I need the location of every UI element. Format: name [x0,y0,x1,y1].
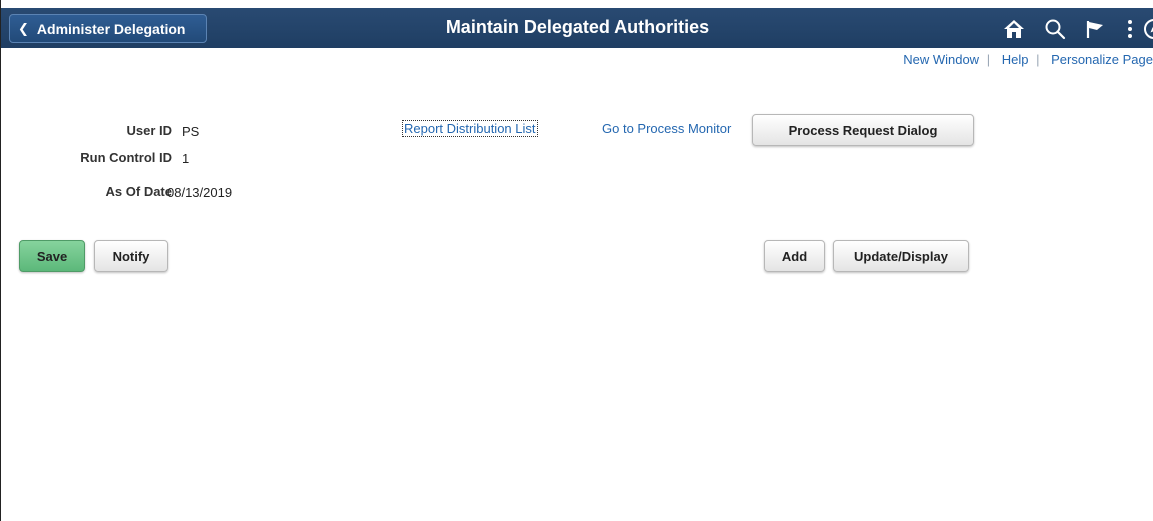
process-request-dialog-button[interactable]: Process Request Dialog [752,114,974,146]
chevron-left-icon: ❮ [18,20,29,36]
add-button[interactable]: Add [764,240,825,272]
home-icon[interactable] [1001,16,1027,42]
save-button[interactable]: Save [19,240,85,272]
flag-icon[interactable] [1082,16,1108,42]
navbar-compass-icon[interactable] [1141,16,1153,42]
update-display-button[interactable]: Update/Display [833,240,969,272]
personalize-page-link[interactable]: Personalize Page [1051,52,1153,67]
as-of-date-value: 08/13/2019 [167,185,233,200]
user-id-value: PS [182,124,200,139]
help-link[interactable]: Help [1002,52,1029,67]
process-monitor-link[interactable]: Go to Process Monitor [602,121,731,136]
user-id-label: User ID [126,123,172,138]
separator: | [1036,52,1040,67]
back-button[interactable]: ❮ Administer Delegation [9,14,207,43]
report-distribution-list-link[interactable]: Report Distribution List [402,120,538,137]
header-banner: ❮ Administer Delegation Maintain Delegat… [1,8,1153,48]
search-icon[interactable] [1042,16,1068,42]
page-utility-links: New Window | Help | Personalize Page [903,52,1153,67]
run-control-id-label: Run Control ID [80,150,172,165]
new-window-link[interactable]: New Window [903,52,979,67]
back-button-label: Administer Delegation [36,20,186,37]
as-of-date-label: As Of Date [105,184,172,199]
kebab-menu-icon[interactable] [1117,16,1143,42]
run-control-id-value: 1 [182,151,190,166]
separator: | [986,52,991,67]
notify-button[interactable]: Notify [94,240,168,272]
